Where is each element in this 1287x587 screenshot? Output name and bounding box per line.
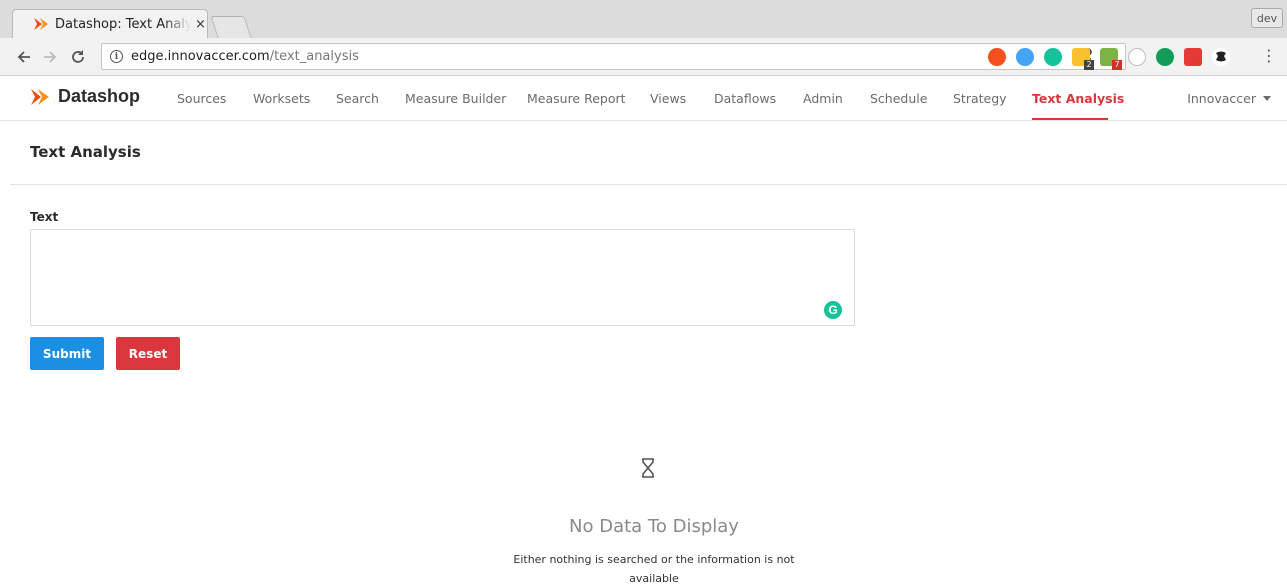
nav-item-dataflows[interactable]: Dataflows — [714, 91, 776, 106]
text-field-label: Text — [30, 210, 59, 224]
text-input[interactable] — [30, 229, 855, 326]
empty-state-title: No Data To Display — [569, 516, 739, 537]
brand-name: Datashop — [58, 86, 141, 106]
nav-item-worksets[interactable]: Worksets — [253, 91, 310, 106]
grammarly-icon[interactable]: G — [824, 301, 842, 319]
nav-item-views[interactable]: Views — [650, 91, 686, 106]
hourglass-icon — [642, 458, 654, 478]
datashop-logo-icon — [31, 88, 49, 105]
browser-menu-icon[interactable]: ⋮ — [1261, 46, 1277, 65]
nav-item-strategy[interactable]: Strategy — [953, 91, 1007, 106]
tab-title: Datashop: Text Analysis — [55, 16, 191, 32]
nav-item-admin[interactable]: Admin — [803, 91, 843, 106]
extension-red-icon[interactable] — [1184, 48, 1202, 66]
grammarly-extension-icon[interactable] — [1044, 48, 1062, 66]
extension-green-icon[interactable]: 7 — [1100, 48, 1122, 70]
new-tab-button[interactable] — [210, 16, 252, 38]
empty-state-description: Either nothing is searched or the inform… — [513, 553, 795, 585]
url-host: edge.innovaccer.com — [131, 49, 270, 64]
forward-icon[interactable] — [40, 49, 60, 65]
user-menu[interactable]: Innovaccer — [1187, 91, 1271, 106]
url-path: /text_analysis — [269, 49, 359, 64]
user-name: Innovaccer — [1187, 91, 1256, 106]
browser-tab-bar: Datashop: Text Analysis × dev — [0, 0, 1287, 38]
submit-button[interactable]: Submit — [30, 337, 104, 370]
nav-item-measure-report[interactable]: Measure Report — [527, 91, 626, 106]
hangouts-icon[interactable] — [1156, 48, 1174, 66]
extensions-area: 2 7 — [988, 48, 1230, 70]
datashop-favicon-icon — [34, 18, 48, 30]
header-divider — [10, 184, 1287, 185]
extension-yellow-icon[interactable]: 2 — [1072, 48, 1094, 70]
page-title: Text Analysis — [30, 143, 141, 161]
nav-item-search[interactable]: Search — [336, 91, 379, 106]
extension-black-icon[interactable] — [1212, 48, 1230, 66]
back-icon[interactable] — [14, 49, 34, 65]
nav-item-measure-builder[interactable]: Measure Builder — [405, 91, 506, 106]
site-info-icon[interactable]: i — [110, 50, 123, 63]
browser-tab[interactable]: Datashop: Text Analysis × — [12, 9, 208, 38]
caret-down-icon — [1263, 96, 1271, 101]
profile-button[interactable]: dev — [1251, 8, 1283, 28]
extension-green-badge: 7 — [1112, 60, 1122, 70]
reset-button[interactable]: Reset — [116, 337, 180, 370]
active-tab-underline — [1032, 118, 1108, 120]
browser-toolbar: i edge.innovaccer.com/text_analysis 2 7 — [0, 38, 1287, 76]
tab-close-icon[interactable]: × — [195, 17, 206, 32]
extension-gray-icon[interactable] — [1128, 48, 1146, 66]
reload-icon[interactable] — [68, 49, 88, 65]
app-navbar: Datashop Sources Worksets Search Measure… — [0, 76, 1287, 121]
address-bar[interactable]: i edge.innovaccer.com/text_analysis — [101, 43, 1126, 70]
extension-infinity-icon[interactable] — [988, 48, 1006, 66]
brand[interactable]: Datashop — [30, 86, 140, 107]
extension-yellow-badge: 2 — [1084, 60, 1094, 70]
nav-item-text-analysis[interactable]: Text Analysis — [1032, 91, 1124, 106]
nav-item-schedule[interactable]: Schedule — [870, 91, 927, 106]
nav-item-sources[interactable]: Sources — [177, 91, 226, 106]
extension-blue-icon[interactable] — [1016, 48, 1034, 66]
